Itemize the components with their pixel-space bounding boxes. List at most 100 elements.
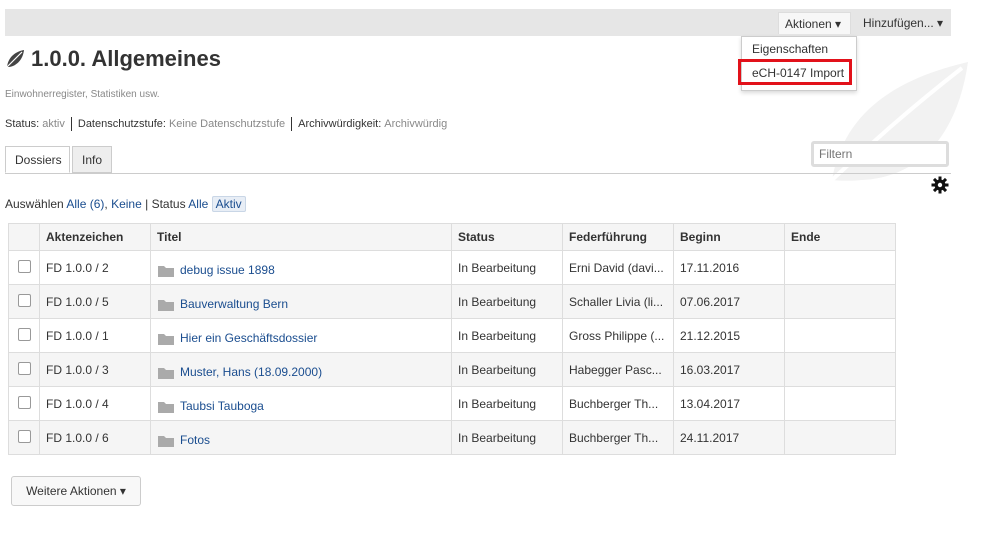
federfuehrung-cell: Gross Philippe (... (562, 318, 674, 353)
table-row[interactable]: FD 1.0.0 / 6 Fotos In Bearbeitung Buchbe… (8, 420, 896, 455)
selection-bar: Auswählen Alle (6), Keine | Status Alle … (5, 196, 246, 212)
column-header[interactable]: Ende (784, 223, 896, 251)
filter-input[interactable] (811, 141, 949, 167)
status-cell: In Bearbeitung (451, 250, 563, 285)
aktenzeichen-cell: FD 1.0.0 / 1 (39, 318, 151, 353)
status-label: Status: (5, 118, 40, 130)
dossier-table: Aktenzeichen Titel Status Federführung B… (8, 223, 896, 455)
title-cell: Taubsi Tauboga (150, 386, 452, 421)
select-all-link[interactable]: Alle (6) (66, 197, 104, 211)
table-row[interactable]: FD 1.0.0 / 3 Muster, Hans (18.09.2000) I… (8, 352, 896, 387)
row-checkbox-cell (8, 420, 40, 455)
status-all-link[interactable]: Alle (188, 197, 208, 211)
column-header[interactable]: Federführung (562, 223, 674, 251)
row-checkbox-cell (8, 352, 40, 387)
divider (291, 117, 293, 131)
row-checkbox[interactable] (17, 293, 31, 307)
table-row[interactable]: FD 1.0.0 / 2 debug issue 1898 In Bearbei… (8, 250, 896, 285)
title-cell: Muster, Hans (18.09.2000) (150, 352, 452, 387)
column-header[interactable]: Aktenzeichen (39, 223, 151, 251)
beginn-cell: 07.06.2017 (673, 284, 785, 319)
ende-cell (784, 318, 896, 353)
row-checkbox[interactable] (17, 395, 31, 409)
ende-cell (784, 250, 896, 285)
status-cell: In Bearbeitung (451, 386, 563, 421)
aktenzeichen-cell: FD 1.0.0 / 3 (39, 352, 151, 387)
header-checkbox (8, 223, 40, 251)
aktionen-dropdown-button[interactable]: Aktionen ▾ (778, 12, 851, 34)
aktenzeichen-cell: FD 1.0.0 / 4 (39, 386, 151, 421)
row-checkbox-cell (8, 386, 40, 421)
row-checkbox[interactable] (17, 259, 31, 273)
beginn-cell: 13.04.2017 (673, 386, 785, 421)
divider (70, 117, 72, 131)
status-filter-label: | Status (145, 197, 186, 211)
status-active-badge[interactable]: Aktiv (211, 196, 246, 212)
aktenzeichen-cell: FD 1.0.0 / 5 (39, 284, 151, 319)
folder-icon (158, 333, 174, 345)
selection-label: Auswählen (5, 197, 64, 211)
federfuehrung-cell: Schaller Livia (li... (562, 284, 674, 319)
title-cell: debug issue 1898 (150, 250, 452, 285)
datenschutz-label: Datenschutzstufe: (77, 118, 166, 130)
ende-cell (784, 420, 896, 455)
row-checkbox[interactable] (17, 361, 31, 375)
dossier-link[interactable]: Fotos (180, 433, 210, 447)
dossier-link[interactable]: Bauverwaltung Bern (180, 297, 288, 311)
dossier-link[interactable]: Muster, Hans (18.09.2000) (180, 365, 322, 379)
archiv-value: Archivwürdig (384, 118, 448, 130)
status-value: aktiv (42, 118, 65, 130)
table-row[interactable]: FD 1.0.0 / 1 Hier ein Geschäftsdossier I… (8, 318, 896, 353)
folder-icon (158, 299, 174, 311)
dossier-link[interactable]: Taubsi Tauboga (180, 399, 264, 413)
status-cell: In Bearbeitung (451, 352, 563, 387)
metadata-line: Status: aktiv Datenschutzstufe: Keine Da… (5, 117, 447, 131)
folder-icon (158, 265, 174, 277)
page-title-text: 1.0.0. Allgemeines (31, 46, 221, 71)
beginn-cell: 24.11.2017 (673, 420, 785, 455)
row-checkbox-cell (8, 318, 40, 353)
folder-icon (158, 435, 174, 447)
dossier-link[interactable]: debug issue 1898 (180, 263, 275, 277)
ende-cell (784, 352, 896, 387)
weitere-aktionen-button[interactable]: Weitere Aktionen ▾ (11, 476, 141, 506)
row-checkbox[interactable] (17, 429, 31, 443)
dossier-link[interactable]: Hier ein Geschäftsdossier (180, 331, 317, 345)
row-checkbox[interactable] (17, 327, 31, 341)
table-header-row: Aktenzeichen Titel Status Federführung B… (8, 223, 896, 251)
federfuehrung-cell: Buchberger Th... (562, 386, 674, 421)
page-title: 1.0.0. Allgemeines (5, 46, 221, 72)
leaf-icon (6, 50, 24, 68)
beginn-cell: 16.03.2017 (673, 352, 785, 387)
title-cell: Hier ein Geschäftsdossier (150, 318, 452, 353)
table-row[interactable]: FD 1.0.0 / 5 Bauverwaltung Bern In Bearb… (8, 284, 896, 319)
aktenzeichen-cell: FD 1.0.0 / 6 (39, 420, 151, 455)
status-cell: In Bearbeitung (451, 318, 563, 353)
menu-item-eigenschaften[interactable]: Eigenschaften (752, 42, 828, 56)
hinzufuegen-dropdown-button[interactable]: Hinzufügen... ▾ (857, 12, 952, 34)
tab-info[interactable]: Info (72, 146, 112, 173)
gear-icon[interactable] (931, 176, 949, 194)
highlight-box (738, 59, 852, 85)
federfuehrung-cell: Erni David (davi... (562, 250, 674, 285)
column-header[interactable]: Status (451, 223, 563, 251)
title-cell: Fotos (150, 420, 452, 455)
folder-icon (158, 367, 174, 379)
beginn-cell: 17.11.2016 (673, 250, 785, 285)
tab-dossiers[interactable]: Dossiers (5, 146, 70, 173)
folder-icon (158, 401, 174, 413)
table-row[interactable]: FD 1.0.0 / 4 Taubsi Tauboga In Bearbeitu… (8, 386, 896, 421)
tab-divider (5, 173, 951, 174)
ende-cell (784, 284, 896, 319)
column-header[interactable]: Titel (150, 223, 452, 251)
aktenzeichen-cell: FD 1.0.0 / 2 (39, 250, 151, 285)
page-subtitle: Einwohnerregister, Statistiken usw. (5, 89, 160, 100)
title-cell: Bauverwaltung Bern (150, 284, 452, 319)
row-checkbox-cell (8, 284, 40, 319)
beginn-cell: 21.12.2015 (673, 318, 785, 353)
ende-cell (784, 386, 896, 421)
column-header[interactable]: Beginn (673, 223, 785, 251)
archiv-label: Archivwürdigkeit: (298, 118, 382, 130)
datenschutz-value: Keine Datenschutzstufe (168, 118, 286, 130)
select-none-link[interactable]: Keine (111, 197, 142, 211)
